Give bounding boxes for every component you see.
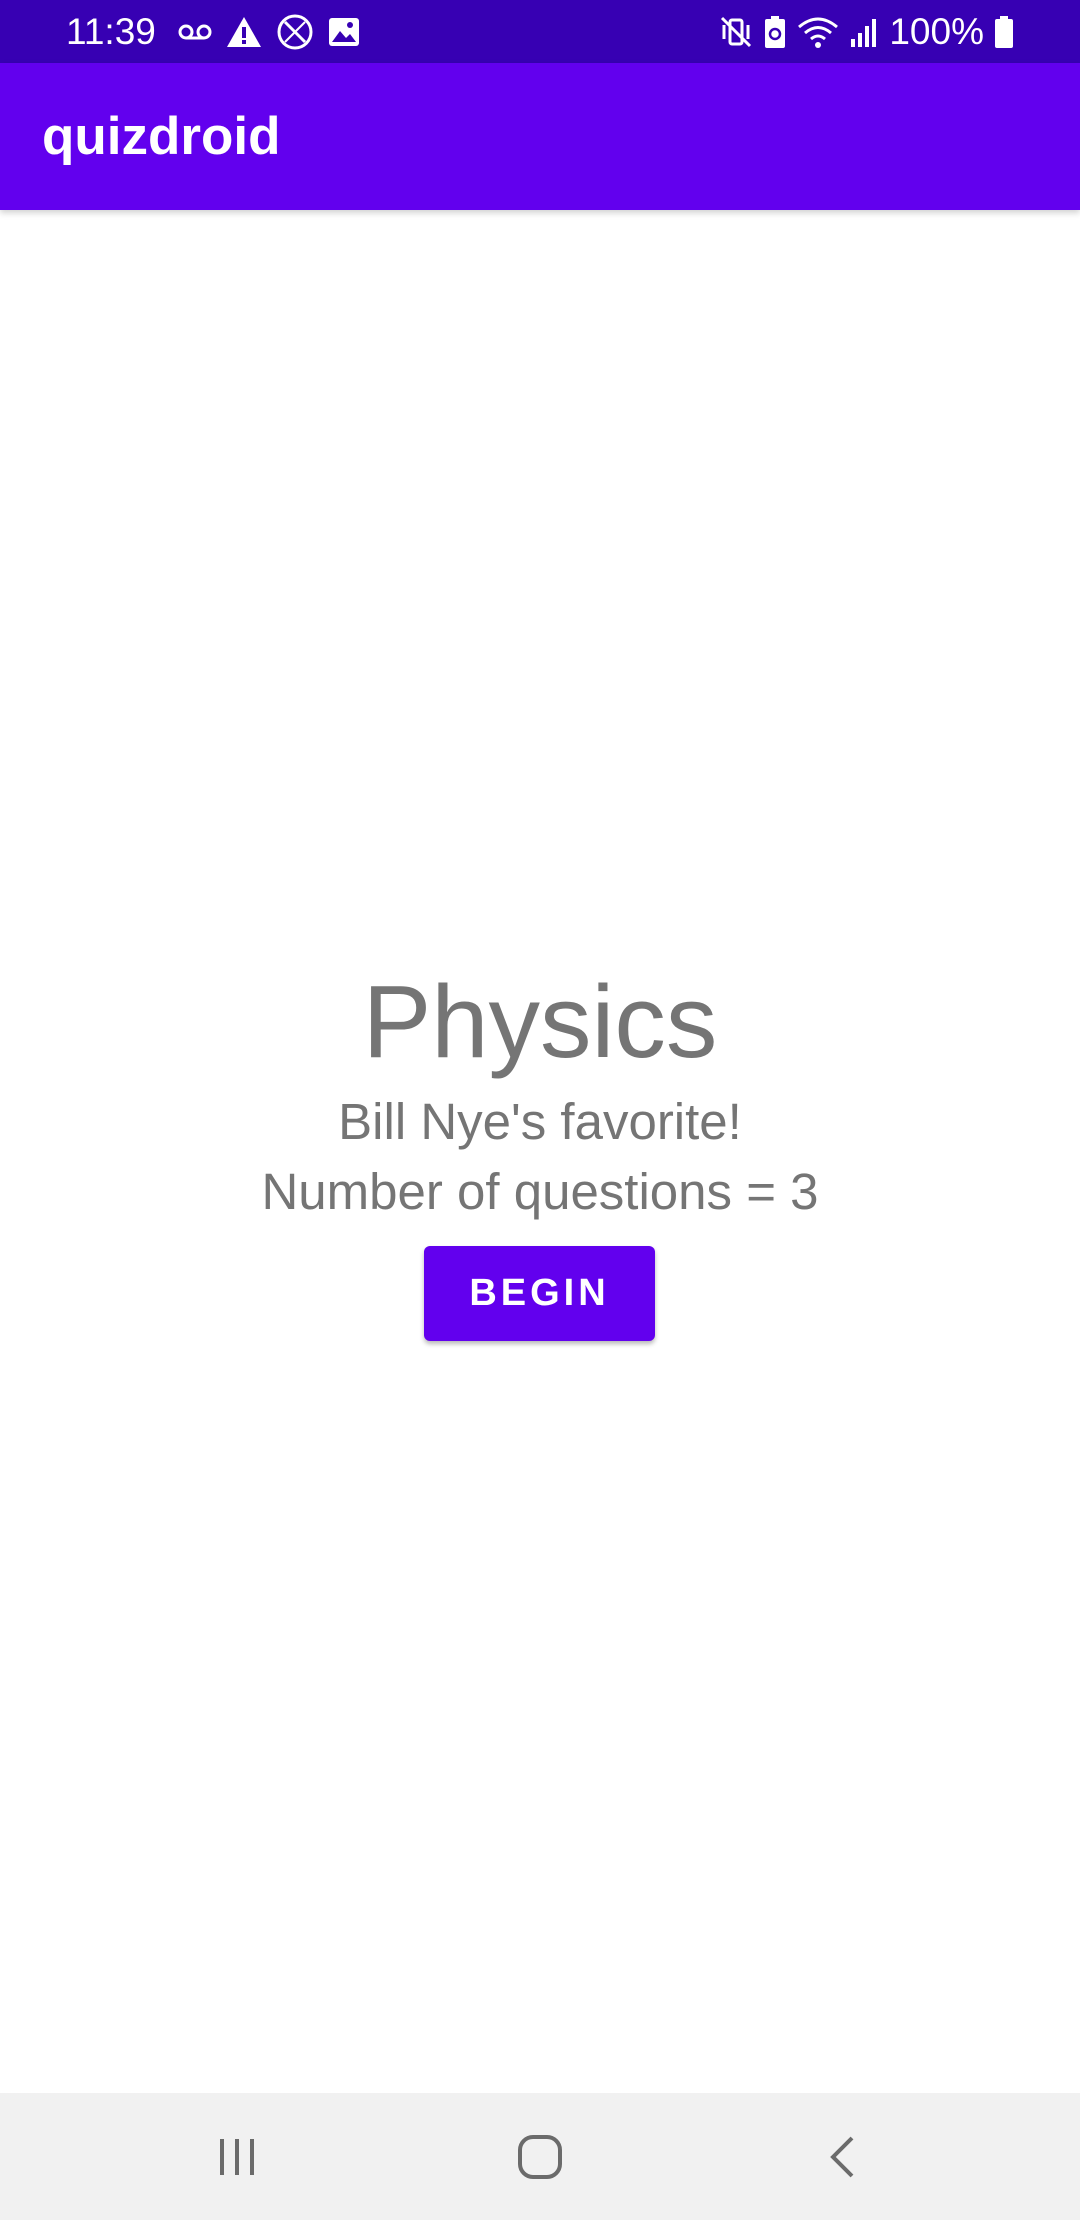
app-bar: quizdroid	[0, 63, 1080, 210]
navigation-bar	[0, 2093, 1080, 2220]
battery-saver-icon	[763, 15, 787, 49]
back-button[interactable]	[762, 2093, 922, 2220]
recent-apps-icon	[217, 2138, 257, 2176]
home-icon	[517, 2134, 563, 2180]
home-button[interactable]	[460, 2093, 620, 2220]
quiz-title: Physics	[362, 964, 718, 1079]
back-icon	[828, 2135, 856, 2179]
voicemail-icon	[178, 22, 212, 42]
battery-icon	[994, 15, 1014, 49]
wifi-icon	[797, 15, 839, 49]
vibrate-off-icon	[719, 15, 753, 49]
signal-icon	[849, 17, 879, 47]
battery-percentage: 100%	[889, 11, 984, 52]
status-bar: 11:39 100%	[0, 0, 1080, 63]
quiz-description: Bill Nye's favorite!	[338, 1093, 742, 1150]
status-right-icons: 100%	[719, 0, 1014, 63]
status-left-icons	[178, 0, 360, 63]
question-count: Number of questions = 3	[261, 1163, 819, 1220]
begin-button[interactable]: BEGIN	[424, 1246, 655, 1341]
warning-icon	[226, 16, 262, 48]
image-icon	[328, 17, 360, 47]
app-title: quizdroid	[42, 107, 281, 166]
recent-apps-button[interactable]	[157, 2093, 317, 2220]
blocked-icon	[276, 13, 314, 51]
quiz-overview: Physics Bill Nye's favorite! Number of q…	[0, 210, 1080, 2093]
status-time: 11:39	[66, 11, 156, 52]
